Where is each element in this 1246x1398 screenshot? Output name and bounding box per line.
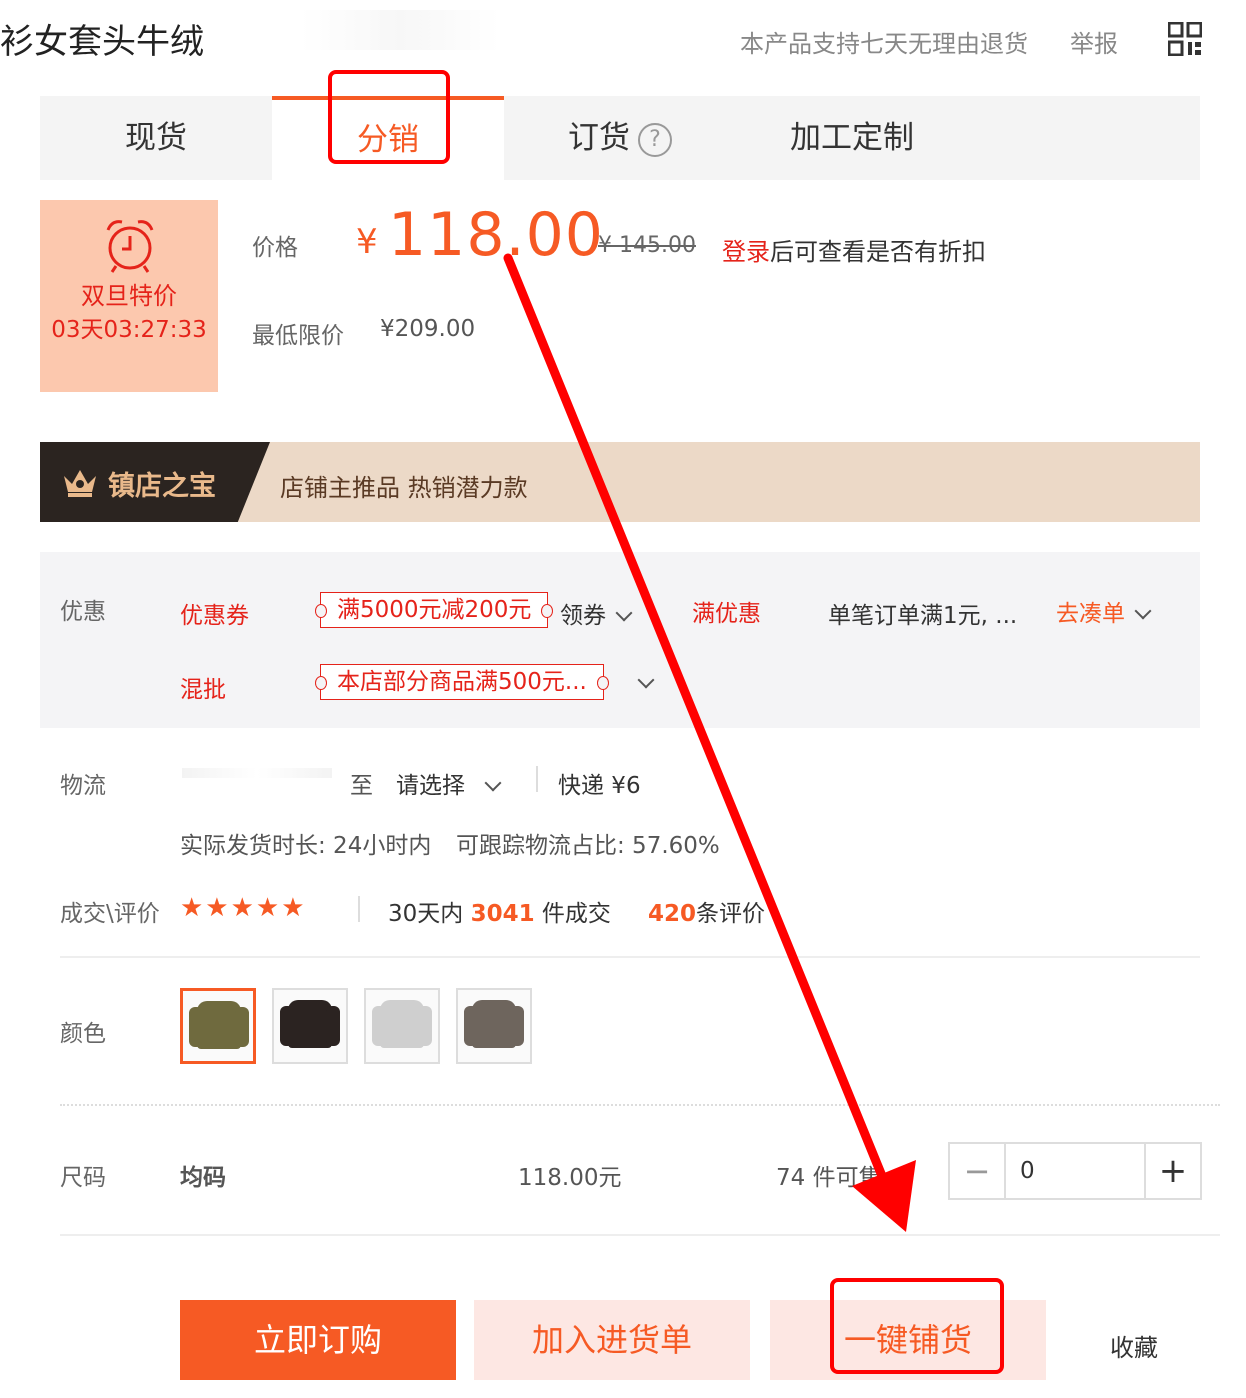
annotation-arrow — [503, 253, 916, 1232]
